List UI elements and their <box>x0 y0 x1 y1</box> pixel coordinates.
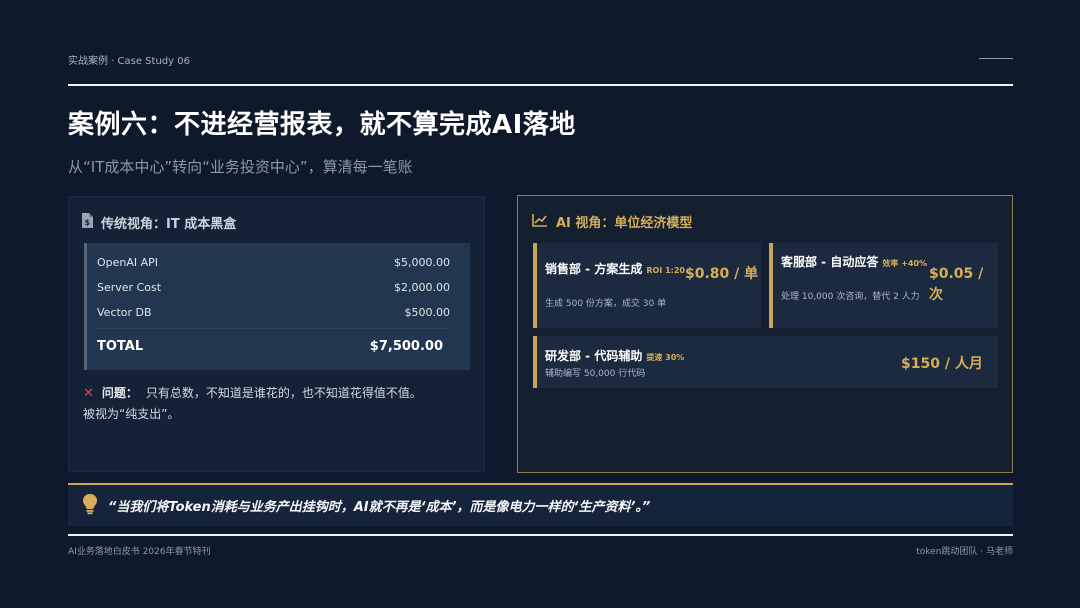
cost-row-label: OpenAI API <box>97 256 159 269</box>
cost-row-value: $5,000.00 <box>394 256 450 269</box>
top-header-bar: 实战案例 · Case Study 06 <box>68 52 1013 86</box>
kicker-rule <box>979 58 1013 59</box>
unit-economics-card-rnd: 研发部 - 代码辅助 提速 30% 辅助编写 50,000 行代码 $150 / … <box>533 336 998 388</box>
card-price: $150 / 人月 <box>901 356 983 372</box>
card-desc: 生成 500 份方案，成交 30 单 <box>545 299 667 309</box>
problem-line-1: 只有总数，不知道是谁花的，也不知道花得值不值。 <box>145 386 422 400</box>
ai-view-heading: AI 视角：单位经济模型 <box>532 212 692 231</box>
page-subtitle: 从“IT成本中心”转向“业务投资中心”，算清每一笔账 <box>68 158 413 176</box>
cost-total-row: TOTAL $7,500.00 <box>97 339 443 354</box>
cost-row: Server Cost $2,000.00 <box>97 281 450 294</box>
unit-economics-card-support: 客服部 - 自动应答 效率 +40% 处理 10,000 次咨询，替代 2 人力 … <box>769 243 998 328</box>
case-study-kicker: 实战案例 · Case Study 06 <box>68 56 190 67</box>
footer-right-text: token跳动团队 · 马老师 <box>916 547 1013 557</box>
page-title: 案例六：不进经营报表，就不算完成AI落地 <box>68 110 576 140</box>
card-tag: ROI 1:20 <box>646 266 685 275</box>
document-dollar-icon: $ <box>81 213 93 232</box>
card-tag: 效率 +40% <box>882 259 927 268</box>
problem-label: 问题： <box>101 386 138 400</box>
traditional-view-panel: $ 传统视角：IT 成本黑盒 OpenAI API $5,000.00 Serv… <box>68 196 485 472</box>
footer-left-text: AI业务落地白皮书 2026年春节特刊 <box>68 547 211 557</box>
card-price: $0.80 / 单 <box>685 266 759 282</box>
card-title: 研发部 - 代码辅助 提速 30% <box>545 349 685 363</box>
cost-divider <box>97 328 450 329</box>
traditional-view-heading: $ 传统视角：IT 成本黑盒 <box>81 213 236 232</box>
ai-view-panel: AI 视角：单位经济模型 销售部 - 方案生成 ROI 1:20 生成 500 份… <box>517 195 1013 473</box>
cost-total-label: TOTAL <box>97 339 144 354</box>
quote-bar: “当我们将Token消耗与业务产出挂钩时，AI就不再是‘成本’，而是像电力一样的… <box>68 483 1013 526</box>
cost-row: OpenAI API $5,000.00 <box>97 256 450 269</box>
cost-row-value: $500.00 <box>404 306 451 319</box>
card-title: 客服部 - 自动应答 效率 +40% <box>781 255 927 269</box>
quote-text: “当我们将Token消耗与业务产出挂钩时，AI就不再是‘成本’，而是像电力一样的… <box>108 500 651 515</box>
problem-note: ✕ 问题： 只有总数，不知道是谁花的，也不知道花得值不值。 被视为“纯支出”。 <box>83 383 473 424</box>
cost-table: OpenAI API $5,000.00 Server Cost $2,000.… <box>84 243 470 370</box>
card-title: 销售部 - 方案生成 ROI 1:20 <box>545 262 685 276</box>
footer-rule <box>68 534 1013 536</box>
card-price: $0.05 / 次 <box>929 266 984 303</box>
cost-total-value: $7,500.00 <box>369 339 443 354</box>
problem-line-2: 被视为“纯支出”。 <box>83 407 180 421</box>
lightbulb-icon <box>82 493 98 519</box>
unit-economics-card-sales: 销售部 - 方案生成 ROI 1:20 生成 500 份方案，成交 30 单 $0… <box>533 243 761 328</box>
ai-view-title: AI 视角：单位经济模型 <box>556 216 693 231</box>
cost-row-label: Server Cost <box>97 281 162 294</box>
traditional-view-title: 传统视角：IT 成本黑盒 <box>101 217 237 232</box>
cost-row-label: Vector DB <box>97 306 152 319</box>
cost-row-value: $2,000.00 <box>394 281 450 294</box>
close-icon: ✕ <box>83 386 94 401</box>
svg-text:$: $ <box>85 218 91 227</box>
card-desc: 辅助编写 50,000 行代码 <box>545 369 646 379</box>
card-tag: 提速 30% <box>646 353 685 362</box>
cost-row: Vector DB $500.00 <box>97 306 450 319</box>
card-desc: 处理 10,000 次咨询，替代 2 人力 <box>781 292 920 302</box>
line-chart-icon <box>532 213 548 231</box>
